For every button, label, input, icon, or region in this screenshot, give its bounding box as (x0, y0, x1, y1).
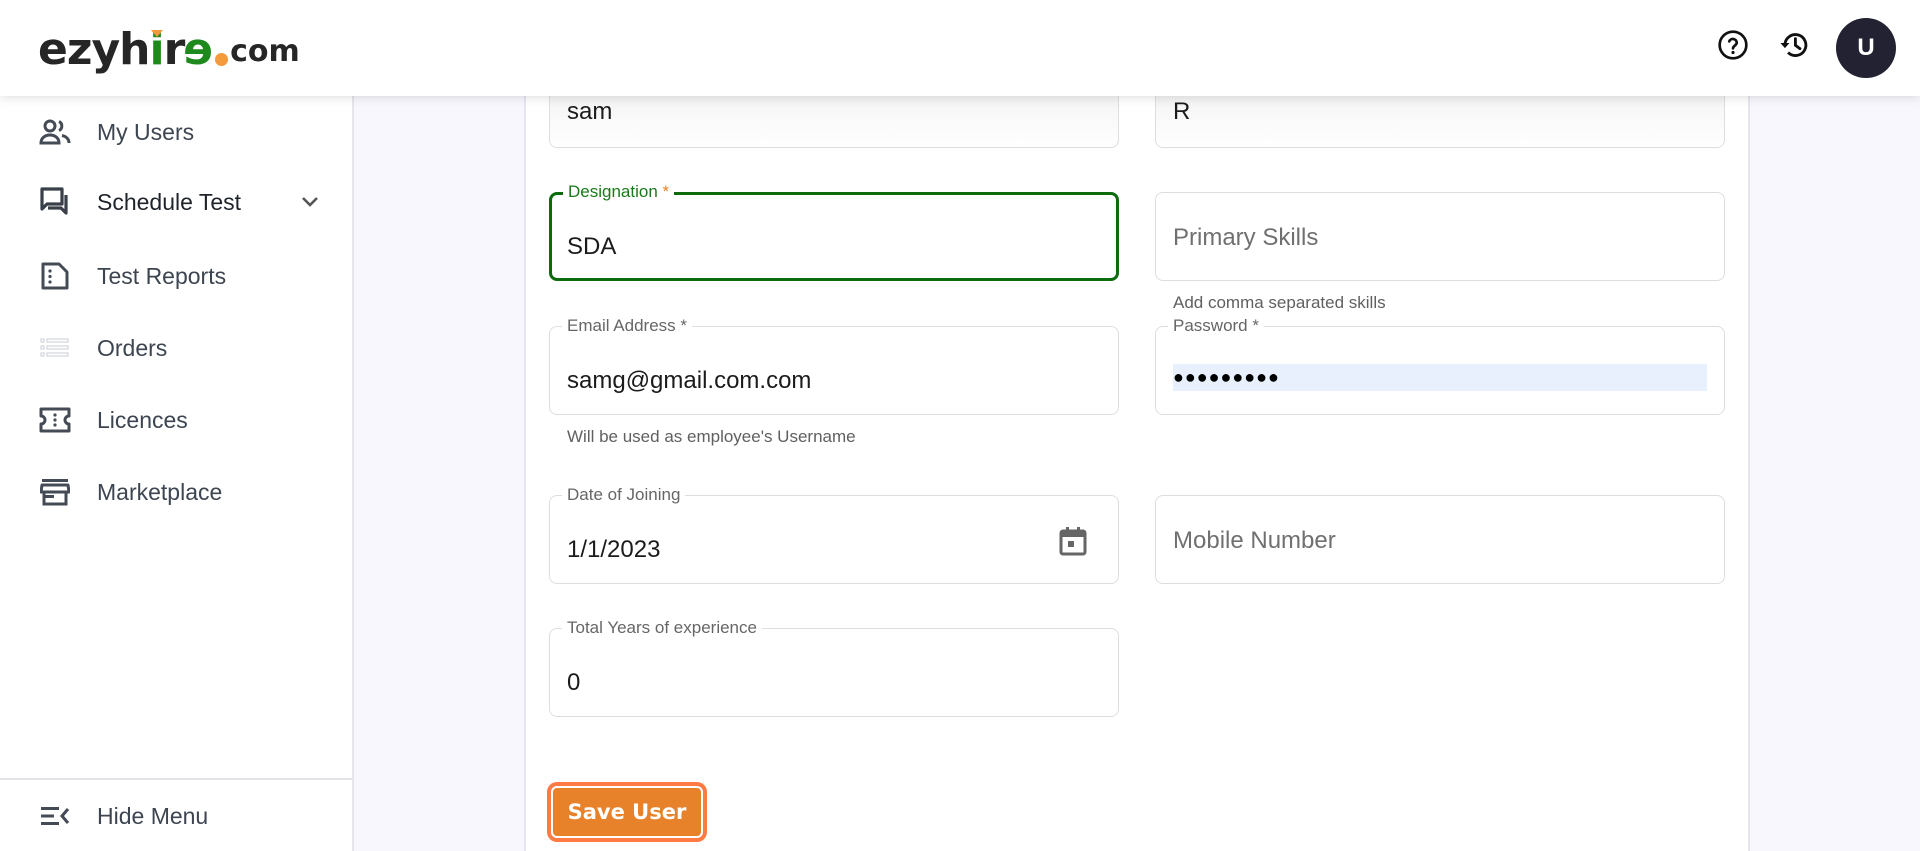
help-icon[interactable] (1716, 28, 1750, 62)
primary-skills-field[interactable]: Primary Skills (1155, 192, 1725, 281)
save-user-label: Save User (551, 786, 703, 838)
last-name-field[interactable]: R (1155, 96, 1725, 148)
menu-collapse-icon (38, 799, 72, 833)
store-icon (38, 475, 72, 509)
date-of-joining-label: Date of Joining (562, 485, 686, 505)
designation-label: Designation * (563, 182, 675, 202)
designation-field[interactable]: Designation * SDA (549, 182, 1119, 281)
mobile-number-placeholder: Mobile Number (1173, 527, 1336, 554)
primary-skills-placeholder: Primary Skills (1173, 224, 1319, 251)
sidebar-item-orders[interactable]: Orders (0, 318, 352, 378)
user-avatar[interactable]: U (1836, 18, 1896, 78)
last-name-value: R (1173, 98, 1191, 125)
sidebar-item-marketplace[interactable]: Marketplace (0, 462, 352, 522)
total-experience-value: 0 (567, 669, 581, 696)
logo-tie-knot (150, 30, 163, 37)
email-value: samg@gmail.com.com (567, 367, 812, 394)
required-mark: * (662, 182, 670, 201)
ezyhire-logo[interactable]: ezyh i r e com (38, 24, 300, 75)
sidebar-item-my-users[interactable]: My Users (0, 102, 352, 162)
logo-dot (215, 53, 229, 66)
designation-value: SDA (567, 233, 617, 260)
email-label: Email Address * (562, 316, 692, 336)
save-user-button[interactable]: Save User (547, 782, 707, 842)
logo-tie-i: i (149, 26, 164, 74)
mobile-number-field[interactable]: Mobile Number (1155, 495, 1725, 584)
password-field[interactable]: Password * ●●●●●●●●● (1155, 316, 1725, 415)
email-field[interactable]: Email Address * samg@gmail.com.com (549, 316, 1119, 415)
sidebar-item-licences[interactable]: Licences (0, 390, 352, 450)
logo-text-e: e (184, 24, 214, 75)
password-value: ●●●●●●●●● (1173, 367, 1280, 387)
primary-skills-helper: Add comma separated skills (1173, 293, 1386, 312)
users-icon (38, 115, 72, 149)
chevron-down-icon[interactable] (298, 190, 322, 214)
total-experience-label: Total Years of experience (562, 618, 762, 638)
history-icon[interactable] (1777, 28, 1811, 62)
ticket-icon (38, 403, 72, 437)
list-icon (38, 331, 72, 365)
hide-menu-label: Hide Menu (97, 802, 209, 829)
forum-icon (38, 185, 72, 219)
date-of-joining-field[interactable]: Date of Joining 1/1/2023 (549, 485, 1119, 584)
sidebar: My Users Schedule Test Test Reports Orde… (0, 96, 354, 851)
date-of-joining-value: 1/1/2023 (567, 536, 661, 563)
logo-text-ezyh: ezyh (38, 24, 150, 75)
sidebar-item-label: My Users (97, 118, 195, 145)
logo-text-r: r (163, 24, 186, 75)
sidebar-item-label: Marketplace (97, 478, 223, 505)
sidebar-item-schedule-test[interactable]: Schedule Test (0, 172, 352, 232)
email-helper: Will be used as employee's Username (567, 427, 856, 446)
first-name-field[interactable]: sam (549, 96, 1119, 148)
calendar-icon[interactable] (1058, 526, 1088, 556)
report-icon (38, 259, 72, 293)
total-experience-field[interactable]: Total Years of experience 0 (549, 618, 1119, 717)
designation-label-text: Designation (568, 182, 658, 201)
top-header: ezyh i r e com U (0, 0, 1920, 96)
sidebar-divider (0, 778, 352, 780)
hide-menu-button[interactable]: Hide Menu (0, 786, 352, 846)
sidebar-item-label: Schedule Test (97, 188, 242, 215)
sidebar-item-label: Test Reports (97, 262, 227, 289)
first-name-value: sam (567, 98, 613, 125)
logo-text-com: com (230, 34, 300, 69)
password-label: Password * (1168, 316, 1264, 336)
sidebar-item-label: Licences (97, 406, 188, 433)
sidebar-item-label: Orders (97, 334, 168, 361)
sidebar-item-test-reports[interactable]: Test Reports (0, 246, 352, 306)
